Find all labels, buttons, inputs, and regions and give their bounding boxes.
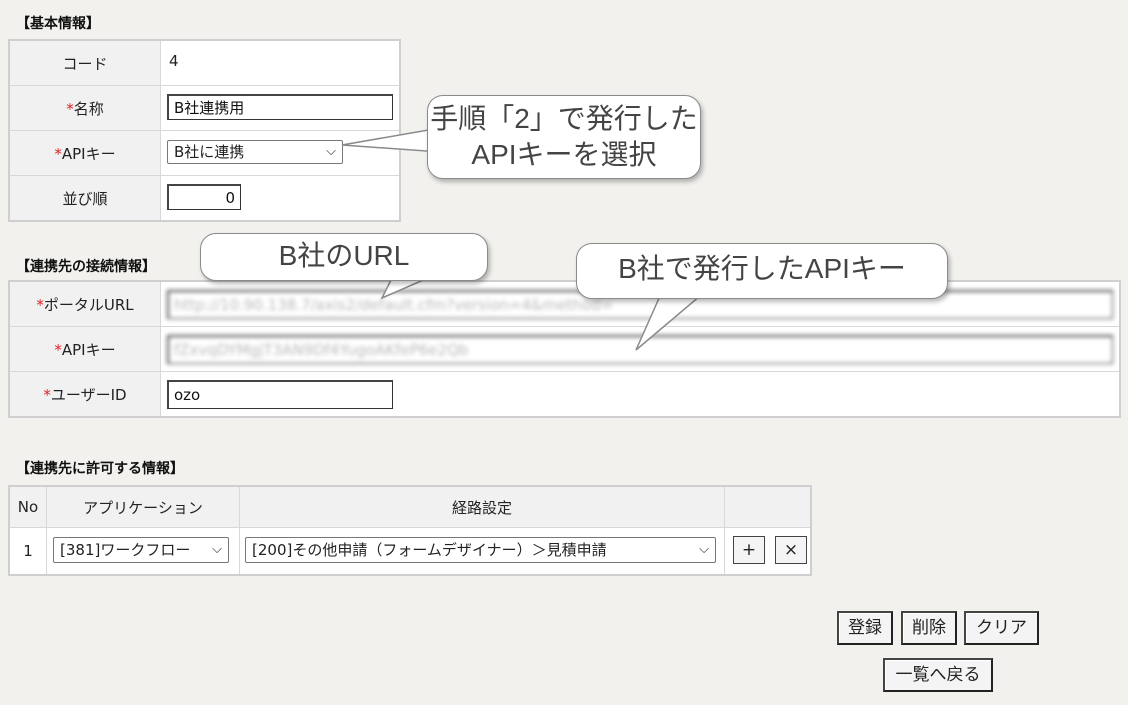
callout-select-apikey-line1: 手順「2」で発行した: [430, 103, 698, 134]
callout-select-apikey: 手順「2」で発行した APIキーを選択: [427, 95, 701, 179]
callout-company-url: B社のURL: [200, 233, 488, 281]
callout-tail-apikey-select: [341, 127, 441, 153]
callout-tail-url: [380, 277, 429, 300]
callout-select-apikey-line2: APIキーを選択: [471, 139, 657, 170]
callout-company-apikey: B社で発行したAPIキー: [576, 243, 948, 299]
callout-tail-apikey-input: [635, 295, 703, 351]
